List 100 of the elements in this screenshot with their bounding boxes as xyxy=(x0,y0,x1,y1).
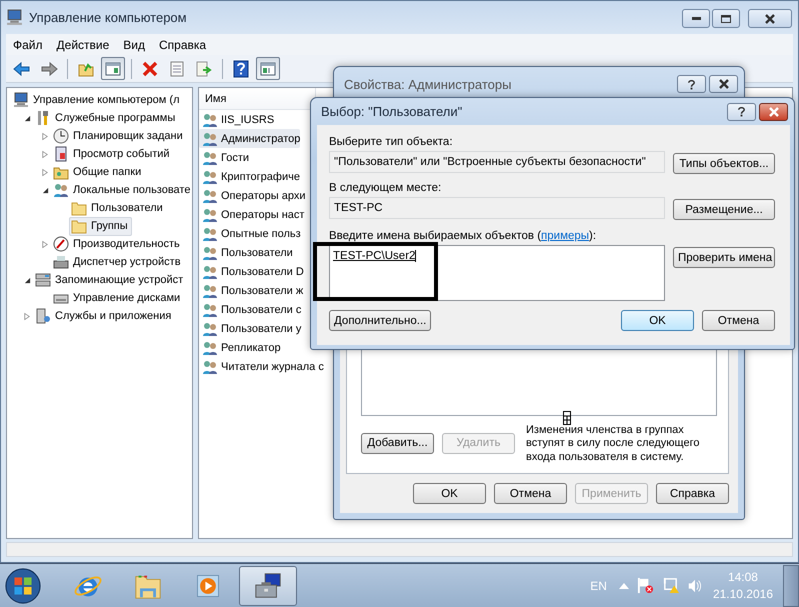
delete-icon xyxy=(141,60,159,78)
help-button[interactable] xyxy=(677,75,706,93)
start-orb-icon xyxy=(4,566,42,604)
close-icon xyxy=(764,14,776,24)
server-icon xyxy=(35,308,51,324)
object-type-field: "Пользователи" или "Встроенные субъекты безопасности" xyxy=(329,151,665,173)
dialog-button[interactable]: Отмена xyxy=(702,310,775,331)
taskbar-app[interactable] xyxy=(239,566,297,606)
export-icon xyxy=(195,60,213,78)
list-item[interactable]: Репликатор xyxy=(199,338,281,357)
users-icon xyxy=(202,244,218,260)
expander-icon[interactable] xyxy=(24,114,30,122)
object-types-button[interactable]: Типы объектов... xyxy=(673,153,775,174)
log-icon xyxy=(53,146,69,162)
tree-item[interactable]: Планировщик задани xyxy=(51,126,187,146)
menu-item[interactable]: Действие xyxy=(50,38,116,52)
users-icon xyxy=(202,340,218,356)
folder-icon xyxy=(71,218,87,234)
close-button[interactable] xyxy=(748,9,792,28)
users-icon xyxy=(202,282,218,298)
list-item[interactable]: Читатели журнала с xyxy=(199,357,324,376)
tree-item[interactable]: Группы xyxy=(69,216,132,236)
examples-link[interactable]: примеры xyxy=(541,230,590,242)
users-icon xyxy=(202,320,218,336)
users-icon xyxy=(202,130,218,146)
field-label: В следующем месте: xyxy=(329,181,442,196)
pane-icon xyxy=(259,60,277,78)
help-icon xyxy=(232,60,250,78)
list-item[interactable]: Криптографиче xyxy=(199,167,300,186)
toolbar-button[interactable] xyxy=(101,57,125,80)
clock-icon xyxy=(53,128,69,144)
tree-item[interactable]: Диспетчер устройств xyxy=(51,252,185,272)
list-item[interactable]: Пользователи с xyxy=(199,300,302,319)
column-header[interactable]: Имя xyxy=(199,88,316,110)
expander-icon[interactable] xyxy=(42,186,48,194)
tree-item[interactable]: Службы и приложения xyxy=(33,306,176,326)
pane-icon xyxy=(104,60,122,78)
tree-item[interactable]: Производительность xyxy=(51,234,184,254)
member-button[interactable]: Добавить... xyxy=(361,432,434,454)
dialog-button[interactable]: OK xyxy=(621,310,694,331)
field-label: Введите имена выбираемых объектов (примеры): xyxy=(329,229,598,244)
list-item[interactable]: Пользователи у xyxy=(199,319,302,338)
list-item[interactable]: Операторы наст xyxy=(199,205,304,224)
minimize-button[interactable] xyxy=(682,9,710,28)
users-icon xyxy=(202,358,218,374)
expander-icon[interactable] xyxy=(24,276,30,284)
tree-item[interactable]: Локальные пользовате xyxy=(51,180,192,200)
users-icon xyxy=(202,302,218,318)
flag-icon[interactable] xyxy=(636,577,654,594)
forward-arrow-icon xyxy=(40,60,58,78)
maximize-button[interactable] xyxy=(712,9,740,28)
device-icon xyxy=(53,254,69,270)
field-label: Выберите тип объекта: xyxy=(329,135,454,150)
names-input[interactable]: TEST-PC\User2 xyxy=(329,245,665,301)
close-button[interactable] xyxy=(709,75,738,93)
dialog-title: Выбор: "Пользователи" xyxy=(321,104,462,119)
users-icon xyxy=(202,206,218,222)
advanced-button[interactable]: Дополнительно... xyxy=(329,310,431,331)
list-item[interactable]: Пользователи xyxy=(199,243,293,262)
close-icon xyxy=(718,79,730,89)
help-button[interactable] xyxy=(727,102,756,120)
list-item[interactable]: Опытные польз xyxy=(199,224,301,243)
check-names-button[interactable]: Проверить имена xyxy=(673,247,775,268)
tree-item[interactable]: Управление дисками xyxy=(51,288,184,308)
locations-button[interactable]: Размещение... xyxy=(673,199,775,220)
users-icon xyxy=(202,264,218,280)
minimize-icon xyxy=(692,17,700,20)
dialog-title: Свойства: Администраторы xyxy=(344,76,512,92)
dialog-button[interactable]: OK xyxy=(413,483,486,504)
tree-item[interactable]: Служебные программы xyxy=(33,108,180,128)
back-arrow-icon xyxy=(13,60,31,78)
move-cursor-icon xyxy=(563,411,571,425)
properties-icon xyxy=(168,60,186,78)
tree-item[interactable]: Просмотр событий xyxy=(51,144,174,164)
storage-icon xyxy=(35,272,51,288)
close-icon xyxy=(768,106,780,116)
list-item[interactable]: Пользователи D xyxy=(199,262,304,281)
users-icon xyxy=(202,112,218,128)
list-item[interactable]: Операторы архи xyxy=(199,186,306,205)
menu-item[interactable]: Справка xyxy=(152,38,214,52)
location-field: TEST-PC xyxy=(329,197,665,219)
tree-item[interactable]: Управление компьютером (л xyxy=(11,90,184,110)
close-button[interactable] xyxy=(759,102,788,120)
tree-item[interactable]: Пользователи xyxy=(69,198,167,218)
tree-item[interactable]: Общие папки xyxy=(51,162,146,182)
computer-toolbox-icon xyxy=(253,570,283,600)
dialog-button[interactable]: Отмена xyxy=(494,483,567,504)
list-item[interactable]: Гости xyxy=(199,148,250,167)
dialog-button[interactable]: Справка xyxy=(656,483,729,504)
toolbar-button[interactable] xyxy=(256,57,280,80)
list-item[interactable]: IIS_IUSRS xyxy=(199,110,274,129)
tools-icon xyxy=(35,110,51,126)
menu-item[interactable]: Файл xyxy=(6,38,50,52)
tree-item[interactable]: Запоминающие устройст xyxy=(33,270,188,290)
list-item[interactable]: Пользователи ж xyxy=(199,281,304,300)
users-icon xyxy=(202,226,218,242)
list-item[interactable]: Администратор xyxy=(199,129,300,148)
menu-item[interactable]: Вид xyxy=(116,38,152,52)
users-icon xyxy=(202,168,218,184)
users-icon xyxy=(202,188,218,204)
